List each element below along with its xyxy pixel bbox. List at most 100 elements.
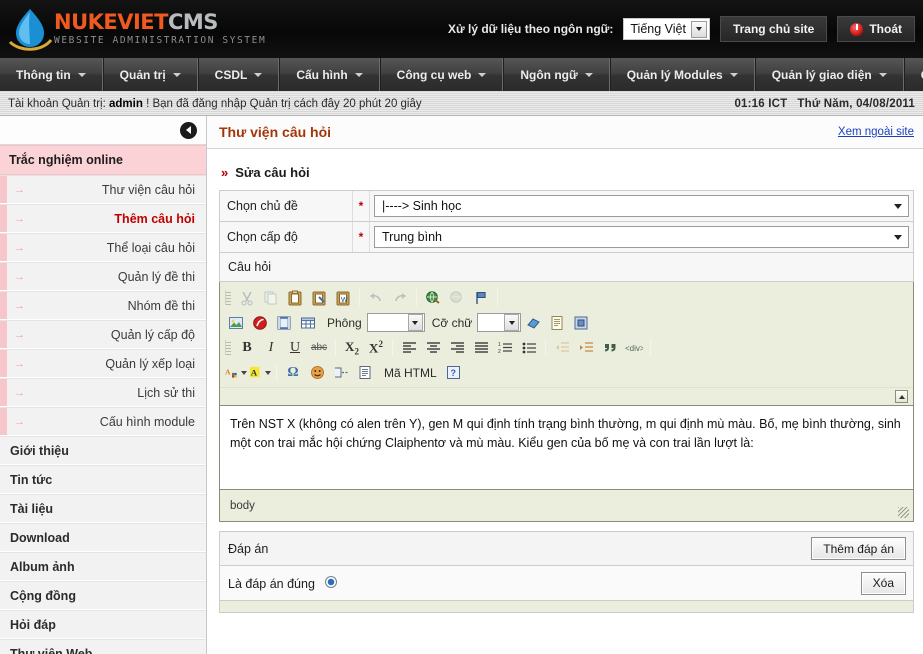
html-source-button-label[interactable]: Mã HTML — [377, 366, 442, 380]
cut-icon[interactable] — [235, 286, 259, 309]
sidebar-link-album-anh[interactable]: Album ảnh — [0, 552, 206, 581]
sidebar-item-the-loai-cau-hoi[interactable]: → Thể loại câu hỏi — [0, 233, 206, 262]
bold-icon[interactable]: B — [235, 336, 259, 359]
italic-icon[interactable]: I — [259, 336, 283, 359]
language-select[interactable]: Tiếng Việt — [623, 18, 710, 40]
image-icon[interactable] — [224, 311, 248, 334]
eraser-icon[interactable] — [521, 311, 545, 334]
menu-item-label: Cấu hình — [296, 67, 348, 82]
anchor-icon[interactable] — [469, 286, 493, 309]
sidebar-toolbar — [0, 116, 206, 145]
copy-icon[interactable] — [259, 286, 283, 309]
paste-word-icon[interactable]: W — [331, 286, 355, 309]
chu-de-select[interactable]: |----> Sinh học — [374, 195, 909, 217]
sidebar-module-header[interactable]: Trắc nghiệm online — [0, 145, 206, 175]
link-icon[interactable] — [421, 286, 445, 309]
templates-icon[interactable] — [545, 311, 569, 334]
font-size-combo[interactable] — [477, 313, 522, 332]
cap-do-select[interactable]: Trung bình — [374, 226, 909, 248]
sidebar-link-label: Tài liệu — [10, 501, 54, 516]
toolbar-grip[interactable] — [225, 290, 231, 305]
brand-logo[interactable]: NUKEVIETCMS WEBSITE ADMINISTRATION SYSTE… — [0, 6, 266, 52]
add-answer-button[interactable]: Thêm đáp án — [811, 537, 906, 560]
unlink-icon[interactable] — [445, 286, 469, 309]
paste-text-icon[interactable] — [307, 286, 331, 309]
sidebar-item-thu-vien-cau-hoi[interactable]: → Thư viện câu hỏi — [0, 175, 206, 204]
toolbar-collapse-icon[interactable] — [895, 390, 908, 403]
sidebar-item-quan-ly-cap-do[interactable]: → Quản lý cấp độ — [0, 320, 206, 349]
sidebar-link-cong-dong[interactable]: Cộng đồng — [0, 581, 206, 610]
delete-answer-button[interactable]: Xóa — [860, 571, 906, 595]
menu-item-csdl[interactable]: CSDL — [197, 58, 280, 91]
maximize-icon[interactable] — [569, 311, 593, 334]
sidebar-link-tin-tuc[interactable]: Tin tức — [0, 465, 206, 494]
view-site-link[interactable]: Xem ngoài site — [838, 126, 914, 138]
sidebar-item-quan-ly-de-thi[interactable]: → Quản lý đề thi — [0, 262, 206, 291]
sidebar-link-download[interactable]: Download — [0, 523, 206, 552]
sidebar-link-label: Giới thiệu — [10, 443, 69, 458]
page-break-icon[interactable] — [329, 361, 353, 384]
editor-element-path[interactable]: body — [230, 500, 255, 512]
is-correct-radio[interactable] — [325, 575, 338, 588]
flash-icon[interactable] — [248, 311, 272, 334]
chevron-down-icon[interactable] — [690, 20, 707, 38]
font-family-combo[interactable] — [366, 313, 425, 332]
subscript-icon[interactable]: X2 — [340, 336, 364, 359]
editor-content-area[interactable]: Trên NST X (không có alen trên Y), gen M… — [220, 405, 913, 490]
sidebar-item-nhom-de-thi[interactable]: → Nhóm đề thi — [0, 291, 206, 320]
sidebar-item-lich-su-thi[interactable]: → Lịch sử thi — [0, 378, 206, 407]
menu-item-cong-cu-web[interactable]: Công cụ web — [379, 58, 504, 91]
menu-item-thong-tin[interactable]: Thông tin — [0, 58, 103, 91]
show-blocks-icon[interactable] — [353, 361, 377, 384]
bulleted-list-icon[interactable] — [517, 336, 541, 359]
menu-item-ngon-ngu[interactable]: Ngôn ngữ — [503, 58, 610, 91]
create-div-icon[interactable]: <div> — [622, 336, 646, 359]
sidebar-link-thu-vien-web[interactable]: Thư viện Web — [0, 639, 206, 654]
media-icon[interactable] — [272, 311, 296, 334]
collapse-sidebar-icon[interactable] — [180, 121, 197, 139]
special-char-icon[interactable]: Ω — [281, 361, 305, 384]
superscript-icon[interactable]: X2 — [364, 336, 388, 359]
menu-item-cau-hinh[interactable]: Cấu hình — [279, 58, 380, 91]
svg-text:1: 1 — [498, 342, 501, 348]
outdent-icon[interactable] — [550, 336, 574, 359]
brand-name-secondary: CMS — [167, 10, 218, 35]
strike-glyph: abc — [310, 342, 328, 353]
sidebar-link-gioi-thieu[interactable]: Giới thiệu — [0, 436, 206, 465]
editor-resize-handle[interactable] — [898, 507, 909, 518]
sidebar-accent-bar — [0, 350, 7, 377]
sidebar-item-quan-ly-xep-loai[interactable]: → Quản lý xếp loại — [0, 349, 206, 378]
smiley-icon[interactable] — [305, 361, 329, 384]
toolbar-grip[interactable] — [225, 340, 231, 355]
menu-item-quan-ly-modules[interactable]: Quản lý Modules — [609, 58, 755, 91]
answers-title: Đáp án — [228, 541, 269, 556]
align-left-icon[interactable] — [397, 336, 421, 359]
background-color-icon[interactable]: A — [248, 361, 272, 384]
strikethrough-icon[interactable]: abc — [307, 336, 331, 359]
sidebar-link-tai-lieu[interactable]: Tài liệu — [0, 494, 206, 523]
underline-icon[interactable]: U — [283, 336, 307, 359]
table-icon[interactable] — [296, 311, 320, 334]
logout-button[interactable]: Thoát — [837, 16, 915, 42]
about-icon[interactable]: ? — [442, 361, 466, 384]
menu-item-quan-ly-file[interactable]: Quản lý File — [903, 58, 923, 91]
paste-icon[interactable] — [283, 286, 307, 309]
sidebar-link-label: Tin tức — [10, 472, 53, 487]
align-justify-icon[interactable] — [469, 336, 493, 359]
content-header: Thư viện câu hỏi Xem ngoài site — [207, 116, 923, 149]
site-home-button[interactable]: Trang chủ site — [719, 16, 828, 42]
undo-icon[interactable] — [364, 286, 388, 309]
menu-item-quan-ly-giao-dien[interactable]: Quản lý giao diện — [754, 58, 904, 91]
blockquote-icon[interactable] — [598, 336, 622, 359]
align-right-icon[interactable] — [445, 336, 469, 359]
indent-icon[interactable] — [574, 336, 598, 359]
sidebar-link-hoi-dap[interactable]: Hỏi đáp — [0, 610, 206, 639]
align-center-icon[interactable] — [421, 336, 445, 359]
redo-icon[interactable] — [388, 286, 412, 309]
numbered-list-icon[interactable]: 12 — [493, 336, 517, 359]
sidebar-item-cau-hinh-module[interactable]: → Cấu hình module — [0, 407, 206, 436]
menu-item-quan-tri[interactable]: Quản trị — [102, 58, 198, 91]
sidebar-item-them-cau-hoi[interactable]: → Thêm câu hỏi — [0, 204, 206, 233]
underline-glyph: U — [289, 339, 301, 355]
text-color-icon[interactable]: A — [224, 361, 248, 384]
